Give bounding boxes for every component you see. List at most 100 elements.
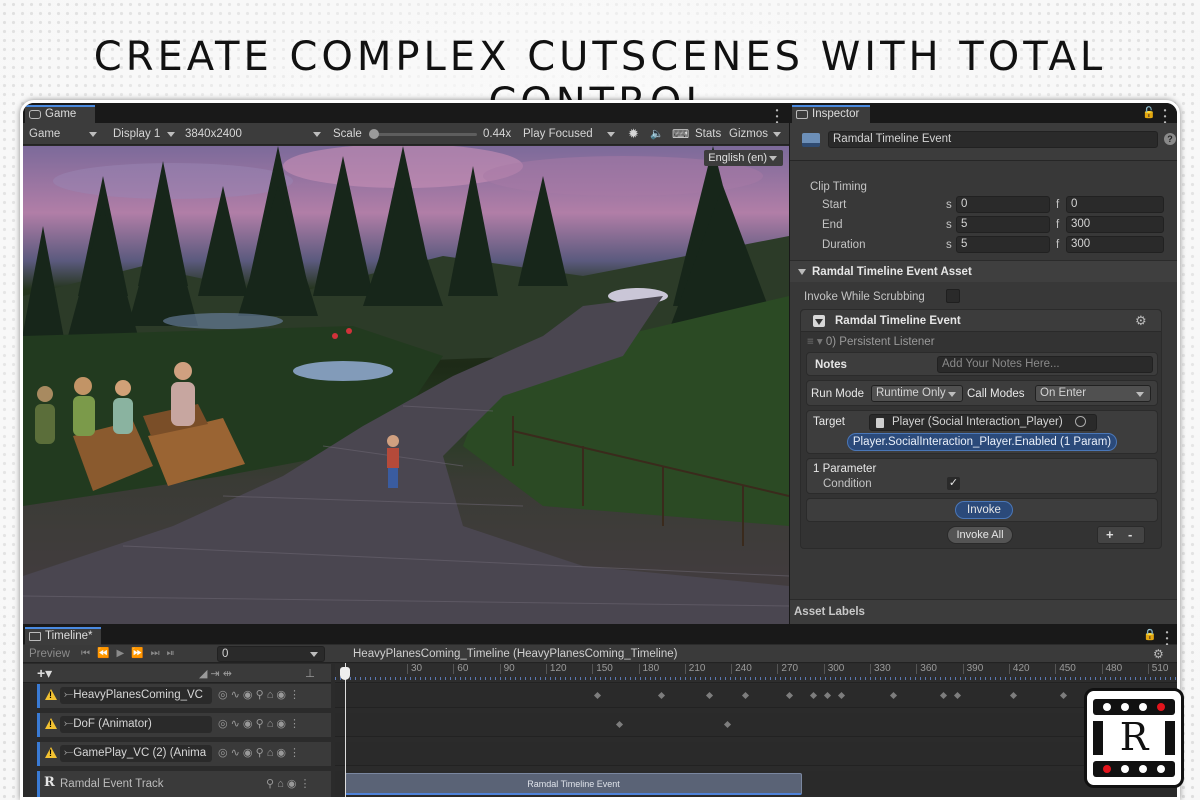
duration-frames-field[interactable]: 300 bbox=[1066, 236, 1164, 253]
timeline-clip[interactable]: Ramdal Timeline Event bbox=[345, 773, 802, 795]
invoke-button[interactable]: Invoke bbox=[955, 501, 1013, 519]
keyframe[interactable] bbox=[657, 691, 666, 700]
track-header-4[interactable]: R Ramdal Event Track ⚲ ⌂ ◉ ⋮ bbox=[37, 771, 331, 797]
frame-field[interactable]: 0 bbox=[217, 646, 325, 662]
language-dropdown[interactable]: English (en) bbox=[704, 150, 783, 166]
tab-game[interactable]: Game bbox=[25, 105, 95, 123]
run-mode-dropdown[interactable]: Runtime Only bbox=[871, 385, 963, 402]
inspector-menu-icon[interactable] bbox=[1163, 107, 1167, 119]
condition-checkbox[interactable]: ✓ bbox=[947, 477, 960, 490]
keyframe[interactable] bbox=[705, 691, 714, 700]
track-controls[interactable]: ◎ ∿ ◉ ⚲ ⌂ ◉ ⋮ bbox=[218, 745, 300, 762]
invoke-scrubbing-checkbox[interactable] bbox=[946, 289, 960, 303]
keyframe[interactable] bbox=[593, 691, 602, 700]
target-label: Target bbox=[813, 416, 845, 428]
gear-icon[interactable]: ⚙ bbox=[1135, 313, 1147, 329]
drag-handle-icon[interactable]: ≡ ▾ bbox=[807, 336, 826, 348]
duration-seconds-field[interactable]: 5 bbox=[956, 236, 1050, 253]
object-picker-icon[interactable] bbox=[1075, 416, 1086, 427]
timeline-settings-icon[interactable]: ⚙ bbox=[1153, 646, 1164, 662]
invoke-all-button[interactable]: Invoke All bbox=[947, 526, 1013, 544]
call-modes-dropdown[interactable]: On Enter bbox=[1035, 385, 1151, 402]
timeline-ruler[interactable]: 30 60 90 120 150 180 210 240 270 300 330 360 390 420 4… bbox=[335, 664, 1177, 683]
invoke-row: Invoke bbox=[806, 498, 1158, 522]
keyframe[interactable] bbox=[953, 691, 962, 700]
end-seconds-field[interactable]: 5 bbox=[956, 216, 1050, 233]
track-controls[interactable]: ⚲ ⌂ ◉ ⋮ bbox=[266, 776, 310, 793]
warning-icon bbox=[45, 689, 57, 700]
track-header-1[interactable]: ⤚HeavyPlanesComing_VC ◎ ∿ ◉ ⚲ ⌂ ◉ ⋮ bbox=[37, 684, 331, 708]
keyframe[interactable] bbox=[837, 691, 846, 700]
ruler-tick-label: 150 bbox=[592, 664, 613, 674]
keyframe[interactable] bbox=[823, 691, 832, 700]
ruler-tick-label: 450 bbox=[1055, 664, 1076, 674]
listener-row[interactable]: ≡ ▾ 0) Persistent Listener bbox=[807, 334, 935, 350]
keyframe[interactable] bbox=[723, 720, 732, 729]
keyframe[interactable] bbox=[1009, 691, 1018, 700]
ruler-tick-label: 240 bbox=[731, 664, 752, 674]
gizmos-dropdown[interactable]: Gizmos bbox=[725, 126, 787, 142]
scale-slider-knob[interactable] bbox=[369, 129, 379, 139]
play-mode-dropdown[interactable]: Play Focused bbox=[519, 126, 621, 142]
snap-icon[interactable]: ◢ ⇥ ⇹ bbox=[199, 666, 232, 682]
help-icon[interactable]: ? bbox=[1164, 133, 1176, 145]
run-mode-label: Run Mode bbox=[811, 388, 865, 400]
tab-timeline[interactable]: Timeline* bbox=[25, 627, 101, 645]
scale-slider[interactable] bbox=[369, 129, 477, 139]
add-listener-button[interactable]: + bbox=[1106, 527, 1114, 542]
asset-labels-bar[interactable]: Asset Labels bbox=[790, 599, 1177, 624]
timeline-breadcrumb[interactable]: HeavyPlanesComing_Timeline (HeavyPlanesC… bbox=[353, 646, 677, 662]
keyframe[interactable] bbox=[889, 691, 898, 700]
timeline-lock-icon[interactable]: 🔒 bbox=[1143, 628, 1157, 641]
keyboard-icon[interactable]: ⌨ bbox=[668, 126, 689, 142]
timeline-icon bbox=[29, 632, 41, 641]
foldout-arrow-icon[interactable] bbox=[798, 269, 806, 275]
track-header-2[interactable]: ⤚DoF (Animator) ◎ ∿ ◉ ⚲ ⌂ ◉ ⋮ bbox=[37, 713, 331, 737]
scale-label: Scale bbox=[333, 128, 362, 140]
track-binding-field[interactable]: ⤚GamePlay_VC (2) (Anima bbox=[60, 745, 212, 762]
tab-inspector[interactable]: Inspector bbox=[792, 105, 870, 123]
game-mode-dropdown[interactable]: Game bbox=[25, 126, 103, 142]
bug-icon[interactable]: ✹ bbox=[624, 126, 639, 142]
track-area-4[interactable]: Ramdal Timeline Event bbox=[335, 771, 1177, 797]
stats-button[interactable]: Stats bbox=[691, 126, 721, 142]
start-frames-field[interactable]: 0 bbox=[1066, 196, 1164, 213]
start-seconds-field[interactable]: 0 bbox=[956, 196, 1050, 213]
keyframe[interactable] bbox=[785, 691, 794, 700]
playback-controls[interactable]: ⏮⏪▶⏩⏭⏯ bbox=[81, 646, 182, 662]
timeline-tabbar: Timeline* 🔒 bbox=[23, 625, 1177, 645]
track-controls[interactable]: ◎ ∿ ◉ ⚲ ⌂ ◉ ⋮ bbox=[218, 716, 300, 733]
track-controls[interactable]: ◎ ∿ ◉ ⚲ ⌂ ◉ ⋮ bbox=[218, 687, 300, 704]
timeline-menu-icon[interactable] bbox=[1165, 629, 1169, 641]
asset-section-header[interactable]: Ramdal Timeline Event Asset bbox=[790, 260, 1177, 282]
keyframe[interactable] bbox=[741, 691, 750, 700]
ruler-tick-label: 330 bbox=[870, 664, 891, 674]
track-binding-field[interactable]: ⤚DoF (Animator) bbox=[60, 716, 212, 733]
object-name-field[interactable]: Ramdal Timeline Event bbox=[828, 131, 1158, 148]
preview-button[interactable]: Preview bbox=[29, 646, 70, 662]
track-area-2[interactable] bbox=[335, 713, 1177, 737]
lock-icon[interactable]: 🔓 bbox=[1142, 106, 1156, 119]
track-header-3[interactable]: ⤚GamePlay_VC (2) (Anima ◎ ∿ ◉ ⚲ ⌂ ◉ ⋮ bbox=[37, 742, 331, 766]
add-track-button[interactable]: +▾ bbox=[37, 665, 52, 681]
ruler-dots bbox=[335, 677, 1177, 680]
track-area-1[interactable] bbox=[335, 684, 1177, 708]
playhead[interactable] bbox=[340, 663, 350, 797]
game-viewport[interactable]: English (en) bbox=[23, 146, 789, 624]
audio-icon[interactable]: 🔈 bbox=[646, 126, 664, 142]
keyframe[interactable] bbox=[615, 720, 624, 729]
display-dropdown[interactable]: Display 1 bbox=[109, 126, 181, 142]
game-menu-icon[interactable] bbox=[775, 107, 779, 119]
target-object-field[interactable]: Player (Social Interaction_Player) bbox=[869, 414, 1097, 431]
keyframe[interactable] bbox=[1059, 691, 1068, 700]
notes-input[interactable]: Add Your Notes Here... bbox=[937, 356, 1153, 373]
track-area-3[interactable] bbox=[335, 742, 1177, 766]
remove-listener-button[interactable]: - bbox=[1128, 527, 1132, 542]
track-binding-field[interactable]: ⤚HeavyPlanesComing_VC bbox=[60, 687, 212, 704]
resolution-dropdown[interactable]: 3840x2400 bbox=[181, 126, 327, 142]
end-frames-field[interactable]: 300 bbox=[1066, 216, 1164, 233]
keyframe[interactable] bbox=[939, 691, 948, 700]
keyframe[interactable] bbox=[809, 691, 818, 700]
pin-icon[interactable]: ⊥ bbox=[305, 666, 315, 682]
method-selector[interactable]: Player.SocialInteraction_Player.Enabled … bbox=[847, 433, 1117, 451]
